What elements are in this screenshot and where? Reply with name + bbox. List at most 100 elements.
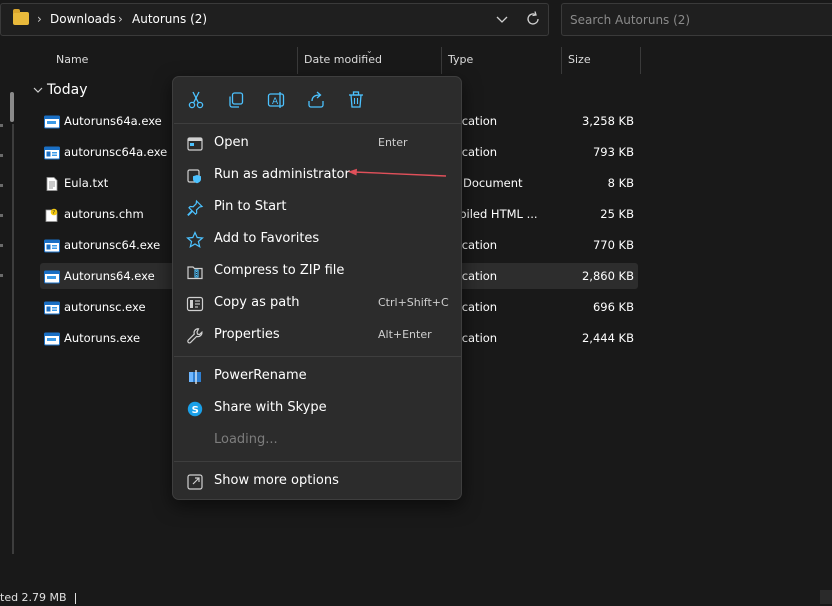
menu-item-label: Run as administrator [214, 167, 350, 182]
column-header-date-modified[interactable]: Date modified [304, 53, 382, 66]
menu-item-shortcut: Ctrl+Shift+C [378, 296, 449, 309]
file-name: Autoruns64a.exe [64, 114, 162, 128]
file-size: 793 KB [592, 145, 634, 159]
nav-expand-marker [0, 154, 3, 157]
pin-icon [187, 199, 204, 217]
file-name: autorunsc64.exe [64, 238, 161, 252]
menu-item-label: Loading... [214, 432, 278, 447]
nav-scrollbar-track[interactable] [12, 124, 14, 554]
chevron-down-icon[interactable] [495, 10, 509, 28]
nav-scrollbar-thumb[interactable] [10, 92, 14, 122]
menu-item-copy-as-path[interactable]: Copy as path Ctrl+Shift+C [173, 288, 461, 320]
column-header-name[interactable]: Name [56, 53, 88, 66]
cut-icon[interactable] [186, 90, 206, 110]
menu-item-add-to-favorites[interactable]: Add to Favorites [173, 224, 461, 256]
skype-icon: S [187, 401, 203, 417]
status-selection-text: ted 2.79 MB [0, 591, 67, 604]
nav-expand-marker [0, 214, 3, 217]
svg-text:A: A [272, 97, 279, 107]
file-size: 3,258 KB [581, 114, 634, 128]
menu-item-label: PowerRename [214, 368, 307, 383]
navigation-pane[interactable] [0, 44, 18, 589]
folder-icon [13, 9, 29, 25]
file-name: Autoruns.exe [64, 331, 141, 345]
exe-console-icon [44, 145, 60, 160]
file-size: 2,444 KB [581, 331, 634, 345]
scrollbar-corner [820, 590, 832, 604]
status-bar: ted 2.79 MB [0, 589, 832, 606]
nav-expand-marker [0, 274, 3, 277]
rename-icon[interactable]: A [266, 90, 286, 110]
column-divider[interactable] [297, 47, 298, 74]
column-header-type[interactable]: Type [448, 53, 473, 66]
search-box[interactable] [561, 3, 832, 36]
menu-divider [174, 356, 461, 357]
share-icon[interactable] [306, 90, 326, 110]
column-divider[interactable] [640, 47, 641, 74]
nav-expand-marker [0, 124, 3, 127]
menu-item-pin-to-start[interactable]: Pin to Start [173, 192, 461, 224]
exe-window-icon [44, 331, 60, 346]
search-input[interactable] [570, 11, 820, 29]
menu-divider [174, 123, 461, 124]
exe-window-icon [44, 114, 60, 129]
file-size: 770 KB [592, 238, 634, 252]
menu-divider [174, 461, 461, 462]
menu-item-loading: Loading... [173, 425, 461, 457]
breadcrumb-separator: › [118, 12, 123, 26]
file-name: autorunsc.exe [64, 300, 146, 314]
menu-item-shortcut: Alt+Enter [378, 328, 432, 341]
menu-item-properties[interactable]: Properties Alt+Enter [173, 320, 461, 352]
annotation-arrow [348, 168, 447, 177]
column-header-size[interactable]: Size [568, 53, 591, 66]
file-size: 696 KB [592, 300, 634, 314]
nav-expand-marker [0, 184, 3, 187]
help-file-icon: ? [44, 207, 60, 222]
breadcrumb-downloads[interactable]: Downloads [50, 12, 116, 26]
group-label-today[interactable]: Today [47, 82, 88, 98]
context-menu-toolbar: A [173, 77, 461, 123]
menu-item-show-more-options[interactable]: Show more options [173, 466, 461, 498]
menu-item-label: Pin to Start [214, 199, 287, 214]
context-menu: A Open Enter Run as administrator Pin to… [172, 76, 462, 500]
copy-path-icon [186, 296, 204, 312]
menu-item-label: Copy as path [214, 295, 300, 310]
menu-item-label: Open [214, 135, 249, 150]
delete-icon[interactable] [346, 90, 366, 110]
refresh-icon[interactable] [525, 10, 541, 28]
menu-item-powerrename[interactable]: PowerRename [173, 361, 461, 393]
menu-item-open[interactable]: Open Enter [173, 128, 461, 160]
column-divider[interactable] [561, 47, 562, 74]
svg-text:?: ? [52, 210, 55, 216]
file-size: 8 KB [607, 176, 634, 190]
exe-console-icon [44, 238, 60, 253]
zip-icon [187, 266, 203, 280]
open-icon [187, 137, 203, 151]
group-collapse-chevron-icon[interactable] [33, 85, 43, 95]
menu-item-label: Compress to ZIP file [214, 263, 345, 278]
menu-item-label: Show more options [214, 473, 339, 488]
file-name: Autoruns64.exe [64, 269, 155, 283]
powerrename-icon [189, 370, 201, 384]
menu-item-share-with-skype[interactable]: S Share with Skype [173, 393, 461, 425]
file-size: 2,860 KB [581, 269, 634, 283]
menu-item-label: Properties [214, 327, 280, 342]
menu-item-label: Share with Skype [214, 400, 327, 415]
exe-console-icon [44, 300, 60, 315]
nav-expand-marker [0, 244, 3, 247]
copy-icon[interactable] [226, 90, 246, 110]
breadcrumb-separator: › [37, 12, 42, 26]
shield-icon [187, 169, 201, 184]
star-icon [186, 231, 204, 249]
column-divider[interactable] [441, 47, 442, 74]
breadcrumb-autoruns[interactable]: Autoruns (2) [132, 12, 207, 26]
address-bar[interactable]: › Downloads › Autoruns (2) [0, 3, 549, 36]
menu-item-label: Add to Favorites [214, 231, 320, 246]
svg-text:S: S [192, 405, 199, 416]
menu-item-shortcut: Enter [378, 136, 408, 149]
file-name: autorunsc64a.exe [64, 145, 168, 159]
exe-window-icon [44, 269, 60, 284]
text-file-icon [44, 176, 60, 191]
file-size: 25 KB [600, 207, 634, 221]
menu-item-compress-to-zip[interactable]: Compress to ZIP file [173, 256, 461, 288]
